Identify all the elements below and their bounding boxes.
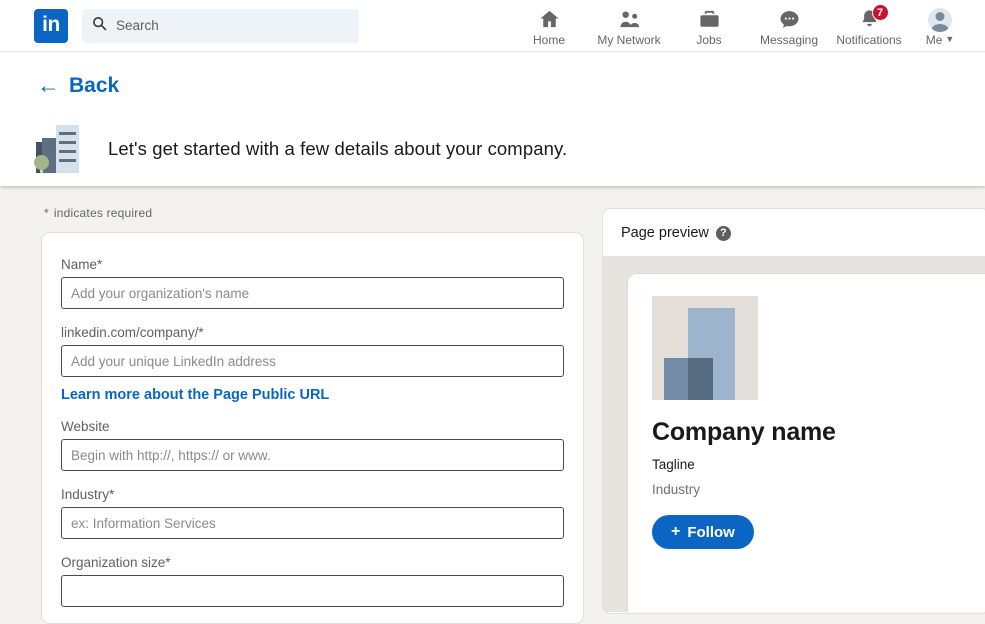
preview-stage: Company name Tagline Industry + Follow xyxy=(603,256,985,612)
preview-industry: Industry xyxy=(652,482,701,497)
network-icon xyxy=(618,8,641,32)
back-button[interactable]: ← Back xyxy=(37,71,120,98)
nav-item-messaging[interactable]: Messaging xyxy=(749,3,829,52)
search-input[interactable]: Search xyxy=(82,8,359,43)
nav-label-me: Me xyxy=(925,32,943,47)
field-label-name: Name* xyxy=(61,257,103,272)
page-preview-panel: Page preview ? Company name Tagline Indu… xyxy=(602,208,985,614)
preview-tagline: Tagline xyxy=(652,457,695,472)
intro-heading: Let's get started with a few details abo… xyxy=(108,138,568,159)
public-url-input[interactable] xyxy=(61,345,564,377)
organization-size-input[interactable] xyxy=(61,575,564,607)
linkedin-logo-text: in xyxy=(42,13,60,36)
required-note-text: indicates required xyxy=(53,206,153,220)
follow-button[interactable]: + Follow xyxy=(652,515,754,549)
plus-icon: + xyxy=(671,523,681,540)
nav-item-notifications[interactable]: 7 Notifications xyxy=(829,3,909,52)
bell-icon: 7 xyxy=(858,3,889,32)
home-icon xyxy=(538,8,561,32)
page-content: * indicates required Name* linkedin.com/c… xyxy=(0,186,985,624)
chevron-down-icon: ▼ xyxy=(945,34,955,44)
message-icon xyxy=(778,8,801,32)
notifications-badge: 7 xyxy=(871,3,889,21)
field-label-organization-size: Organization size* xyxy=(61,555,171,570)
field-label-industry: Industry* xyxy=(61,487,115,502)
form-column: * indicates required Name* linkedin.com/c… xyxy=(41,186,584,624)
page-preview-title: Page preview xyxy=(621,225,709,241)
nav-label-home: Home xyxy=(532,32,565,47)
nav-label-messaging: Messaging xyxy=(759,32,819,47)
search-placeholder: Search xyxy=(116,18,159,33)
page-preview-header: Page preview ? xyxy=(603,209,985,256)
office-building-icon xyxy=(34,125,86,173)
name-input[interactable] xyxy=(61,277,564,309)
nav-label-jobs: Jobs xyxy=(696,32,722,47)
nav-item-me[interactable]: Me ▼ xyxy=(909,3,971,52)
preview-company-name: Company name xyxy=(652,418,836,446)
help-icon[interactable]: ? xyxy=(715,225,731,241)
field-name: Name* xyxy=(61,257,564,309)
field-website: Website xyxy=(61,419,564,471)
field-public-url: linkedin.com/company/* xyxy=(61,325,564,377)
search-icon xyxy=(92,16,107,36)
company-logo-placeholder-icon xyxy=(652,296,758,400)
company-details-form: Name* linkedin.com/company/* Learn more … xyxy=(41,232,584,624)
field-organization-size: Organization size* xyxy=(61,555,564,607)
nav-label-notifications: Notifications xyxy=(836,32,902,47)
page-sub-header: ← Back Let's get started with a few deta… xyxy=(0,52,985,186)
nav-item-home[interactable]: Home xyxy=(509,3,589,52)
intro-row: Let's get started with a few details abo… xyxy=(34,125,985,173)
field-industry: Industry* xyxy=(61,487,564,539)
follow-button-label: Follow xyxy=(687,523,735,541)
required-note: * indicates required xyxy=(41,186,584,232)
nav-item-my-network[interactable]: My Network xyxy=(589,3,669,52)
company-preview-card: Company name Tagline Industry + Follow xyxy=(628,274,985,612)
required-star: * xyxy=(44,206,49,220)
website-input[interactable] xyxy=(61,439,564,471)
field-label-website: Website xyxy=(61,419,110,434)
industry-input[interactable] xyxy=(61,507,564,539)
learn-more-public-url-link[interactable]: Learn more about the Page Public URL xyxy=(61,387,564,403)
linkedin-logo[interactable]: in xyxy=(34,8,68,43)
back-arrow-icon: ← xyxy=(37,71,60,98)
global-nav-bar: in Search Home My Network Jobs Messaging… xyxy=(0,0,985,52)
briefcase-icon xyxy=(698,8,721,32)
avatar-icon xyxy=(928,7,952,32)
field-label-public-url: linkedin.com/company/* xyxy=(61,325,204,340)
preview-column: Page preview ? Company name Tagline Indu… xyxy=(602,186,985,614)
nav-items: Home My Network Jobs Messaging 7 Notific… xyxy=(509,0,971,52)
nav-label-my-network: My Network xyxy=(597,32,661,47)
nav-item-jobs[interactable]: Jobs xyxy=(669,3,749,52)
back-label: Back xyxy=(69,74,120,97)
